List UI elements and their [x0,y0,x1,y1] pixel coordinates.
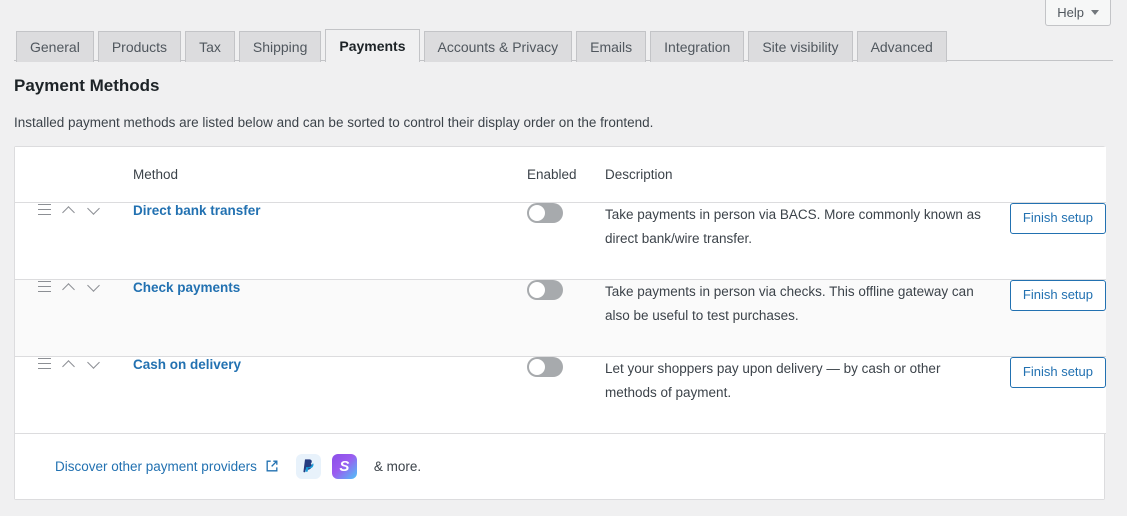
drag-handle-icon[interactable] [38,281,51,292]
tab-site-visibility[interactable]: Site visibility [748,31,853,62]
description-cell: Take payments in person via BACS. More c… [605,202,991,280]
sort-controls [38,357,133,371]
enabled-cell [527,202,605,280]
finish-setup-button[interactable]: Finish setup [1009,202,1106,234]
sort-cell [15,202,133,280]
help-bar: Help [1045,0,1111,26]
finish-setup-button[interactable]: Finish setup [1009,356,1106,388]
card-footer: Discover other payment providers S & mor… [15,433,1104,499]
chevron-up-icon[interactable] [62,203,76,217]
discover-payment-providers-link[interactable]: Discover other payment providers [55,459,279,474]
chevron-down-icon[interactable] [87,203,101,217]
method-name-cell: Direct bank transfer [133,202,527,280]
chevron-down-icon[interactable] [87,280,101,294]
action-cell: Finish setup [991,356,1106,434]
settings-tabs: General Products Tax Shipping Payments Accoun… [14,28,1113,62]
sort-cell [15,279,133,357]
finish-setup-button[interactable]: Finish setup [1009,279,1106,311]
tab-products[interactable]: Products [97,31,182,62]
stripe-icon[interactable]: S [331,453,357,479]
toggle-knob [529,204,545,221]
tab-list: General Products Tax Shipping Payments Accoun… [14,28,1113,62]
sort-cell [15,356,133,434]
enabled-cell [527,279,605,357]
method-name-cell: Check payments [133,279,527,357]
column-header-description: Description [605,147,991,203]
chevron-down-icon [1091,10,1099,15]
tab-integration[interactable]: Integration [650,31,745,62]
drag-handle-icon[interactable] [38,358,51,369]
enable-toggle[interactable] [527,356,563,377]
table-header: Method Enabled Description [15,147,1106,203]
table-row: Cash on delivery Let your shoppers pay up… [15,356,1106,434]
description-cell: Let your shoppers pay upon delivery — by… [605,356,991,434]
column-header-action [991,147,1106,203]
drag-handle-icon[interactable] [38,204,51,215]
tab-advanced[interactable]: Advanced [856,31,947,62]
help-button-label: Help [1057,5,1084,20]
description-cell: Take payments in person via checks. This… [605,279,991,357]
tab-general[interactable]: General [16,31,94,62]
page-description: Installed payment methods are listed bel… [14,115,654,130]
sort-controls [38,280,133,294]
tab-emails[interactable]: Emails [576,31,647,62]
action-cell: Finish setup [991,202,1106,280]
enable-toggle[interactable] [527,202,563,223]
tab-accounts-privacy[interactable]: Accounts & Privacy [423,31,573,62]
chevron-down-icon[interactable] [87,357,101,371]
table-row: Check payments Take payments in person vi… [15,279,1106,357]
method-name-link[interactable]: Cash on delivery [133,357,241,372]
discover-link-label: Discover other payment providers [55,458,257,474]
help-button[interactable]: Help [1045,0,1111,26]
paypal-icon[interactable] [295,453,321,479]
chevron-up-icon[interactable] [62,357,76,371]
chevron-up-icon[interactable] [62,280,76,294]
table-row: Direct bank transfer Take payments in per… [15,202,1106,280]
column-header-method: Method [133,147,527,203]
action-cell: Finish setup [991,279,1106,357]
table-header-row: Method Enabled Description [15,147,1106,203]
toggle-knob [529,281,545,298]
column-header-sort [15,147,133,203]
external-link-icon [265,459,279,473]
payment-methods-table: Method Enabled Description Direct bank t… [15,147,1106,434]
toggle-knob [529,358,545,375]
more-providers-text: & more. [373,458,422,474]
method-name-cell: Cash on delivery [133,356,527,434]
enable-toggle[interactable] [527,279,563,300]
payment-methods-card: Method Enabled Description Direct bank t… [14,146,1106,500]
enabled-cell [527,356,605,434]
tab-shipping[interactable]: Shipping [238,31,322,62]
method-name-link[interactable]: Direct bank transfer [133,203,261,218]
column-header-enabled: Enabled [527,147,605,203]
page-title: Payment Methods [14,76,160,95]
table-body: Direct bank transfer Take payments in per… [15,202,1106,434]
tab-tax[interactable]: Tax [185,31,235,62]
tab-payments[interactable]: Payments [325,29,420,62]
method-name-link[interactable]: Check payments [133,280,240,295]
sort-controls [38,203,133,217]
